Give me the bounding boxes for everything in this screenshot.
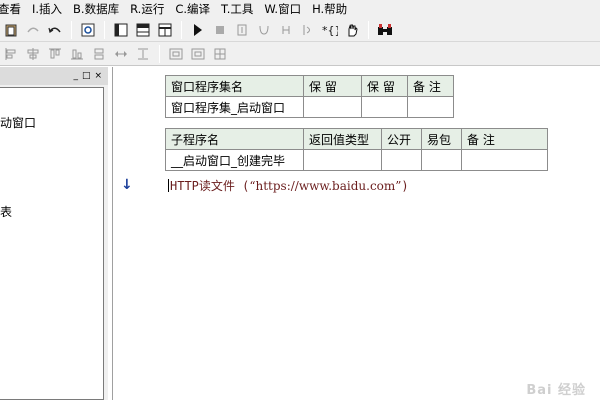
menu-database[interactable]: B.数据库: [73, 1, 124, 17]
column-header: 保 留: [303, 75, 362, 97]
center-h-icon[interactable]: [188, 45, 208, 63]
toolbar-separator: [104, 20, 105, 39]
project-panel: _ □ × 动窗口 表: [0, 67, 108, 400]
layout-grid-icon[interactable]: [155, 21, 175, 39]
table-cell[interactable]: [461, 149, 548, 171]
layout-toolbar: [0, 42, 600, 66]
equal-width-icon[interactable]: [89, 45, 109, 63]
code-line[interactable]: HTTP读文件 (“https://www.baidu.com”): [168, 177, 409, 194]
column-header: 公开: [381, 128, 422, 150]
find-icon[interactable]: [78, 21, 98, 39]
space-v-icon[interactable]: [166, 45, 186, 63]
panel-minimize-button[interactable]: _: [73, 71, 78, 81]
toolbar-separator: [71, 20, 72, 39]
step-out-icon[interactable]: [276, 21, 296, 39]
tree-item-startup-window[interactable]: 动窗口: [0, 114, 36, 131]
table-cell[interactable]: [361, 96, 408, 118]
step-in-icon[interactable]: [232, 21, 252, 39]
code-editor[interactable]: 窗口程序集名 保 留 保 留 备 注 窗口程序集_启动窗口 子程序名 返回值类型…: [112, 67, 600, 400]
column-header: 备 注: [407, 75, 454, 97]
table-header-row: 窗口程序集名 保 留 保 留 备 注: [165, 75, 454, 97]
column-header: 保 留: [361, 75, 408, 97]
column-header: 窗口程序集名: [165, 75, 304, 97]
center-v-icon[interactable]: [210, 45, 230, 63]
table-cell[interactable]: [303, 96, 362, 118]
project-tree[interactable]: 动窗口 表: [0, 87, 104, 400]
window-assembly-table: 窗口程序集名 保 留 保 留 备 注 窗口程序集_启动窗口: [165, 75, 454, 118]
table-cell[interactable]: [407, 96, 454, 118]
table-cell[interactable]: [421, 149, 462, 171]
table-cell[interactable]: [381, 149, 422, 171]
table-cell[interactable]: __启动窗口_创建完毕: [165, 149, 304, 171]
table-header-row: 子程序名 返回值类型 公开 易包 备 注: [165, 128, 548, 150]
string-argument: “https://www.baidu.com”: [249, 179, 402, 193]
menu-tools[interactable]: T.工具: [221, 1, 258, 17]
table-row[interactable]: __启动窗口_创建完毕: [165, 149, 548, 171]
close-paren: ): [401, 179, 409, 193]
stop-icon[interactable]: [210, 21, 230, 39]
open-paren: (: [234, 179, 250, 193]
run-to-cursor-icon[interactable]: [298, 21, 318, 39]
panel-header: _ □ ×: [0, 67, 108, 85]
align-left-icon[interactable]: [1, 45, 21, 63]
column-header: 易包: [421, 128, 462, 150]
layout-left-icon[interactable]: [111, 21, 131, 39]
disabled-redo-icon[interactable]: [23, 21, 43, 39]
table-cell[interactable]: [303, 149, 382, 171]
space-h-icon[interactable]: [133, 45, 153, 63]
text-cursor: [168, 179, 169, 192]
breakpoint-icon[interactable]: *{}: [320, 21, 340, 39]
subroutine-table: 子程序名 返回值类型 公开 易包 备 注 __启动窗口_创建完毕: [165, 128, 548, 171]
column-header: 子程序名: [165, 128, 304, 150]
undo-icon[interactable]: [45, 21, 65, 39]
watermark: Bai 经验: [526, 383, 586, 398]
menu-run[interactable]: R.运行: [130, 1, 169, 17]
menu-compile[interactable]: C.编译: [175, 1, 215, 17]
toolbar-separator: [181, 20, 182, 39]
execution-arrow-icon: ↓: [121, 177, 133, 193]
menu-bar: 查看 I.插入 B.数据库 R.运行 C.编译 T.工具 W.窗口 H.帮助: [0, 0, 600, 18]
align-bottom-icon[interactable]: [67, 45, 87, 63]
paste-icon[interactable]: [1, 21, 21, 39]
table-row[interactable]: 窗口程序集_启动窗口: [165, 96, 454, 118]
main-toolbar: *{}: [0, 18, 600, 42]
function-name: HTTP读文件: [170, 179, 235, 193]
panel-maximize-button[interactable]: □: [82, 71, 91, 81]
table-cell[interactable]: 窗口程序集_启动窗口: [165, 96, 304, 118]
step-over-icon[interactable]: [254, 21, 274, 39]
column-header: 返回值类型: [303, 128, 382, 150]
align-top-icon[interactable]: [45, 45, 65, 63]
toolbar-separator: [368, 20, 369, 39]
layout-top-icon[interactable]: [133, 21, 153, 39]
menu-help[interactable]: H.帮助: [312, 1, 352, 17]
hand-icon[interactable]: [342, 21, 362, 39]
run-icon[interactable]: [188, 21, 208, 39]
toolbar-separator: [159, 44, 160, 63]
align-center-icon[interactable]: [23, 45, 43, 63]
column-header: 备 注: [461, 128, 548, 150]
binoculars-icon[interactable]: [375, 21, 395, 39]
panel-close-button[interactable]: ×: [94, 71, 102, 81]
svg-text:*{}: *{}: [322, 24, 338, 37]
tree-item-table[interactable]: 表: [0, 203, 12, 220]
menu-insert[interactable]: I.插入: [32, 1, 67, 17]
equal-height-icon[interactable]: [111, 45, 131, 63]
menu-window[interactable]: W.窗口: [264, 1, 306, 17]
menu-view[interactable]: 查看: [0, 1, 26, 17]
